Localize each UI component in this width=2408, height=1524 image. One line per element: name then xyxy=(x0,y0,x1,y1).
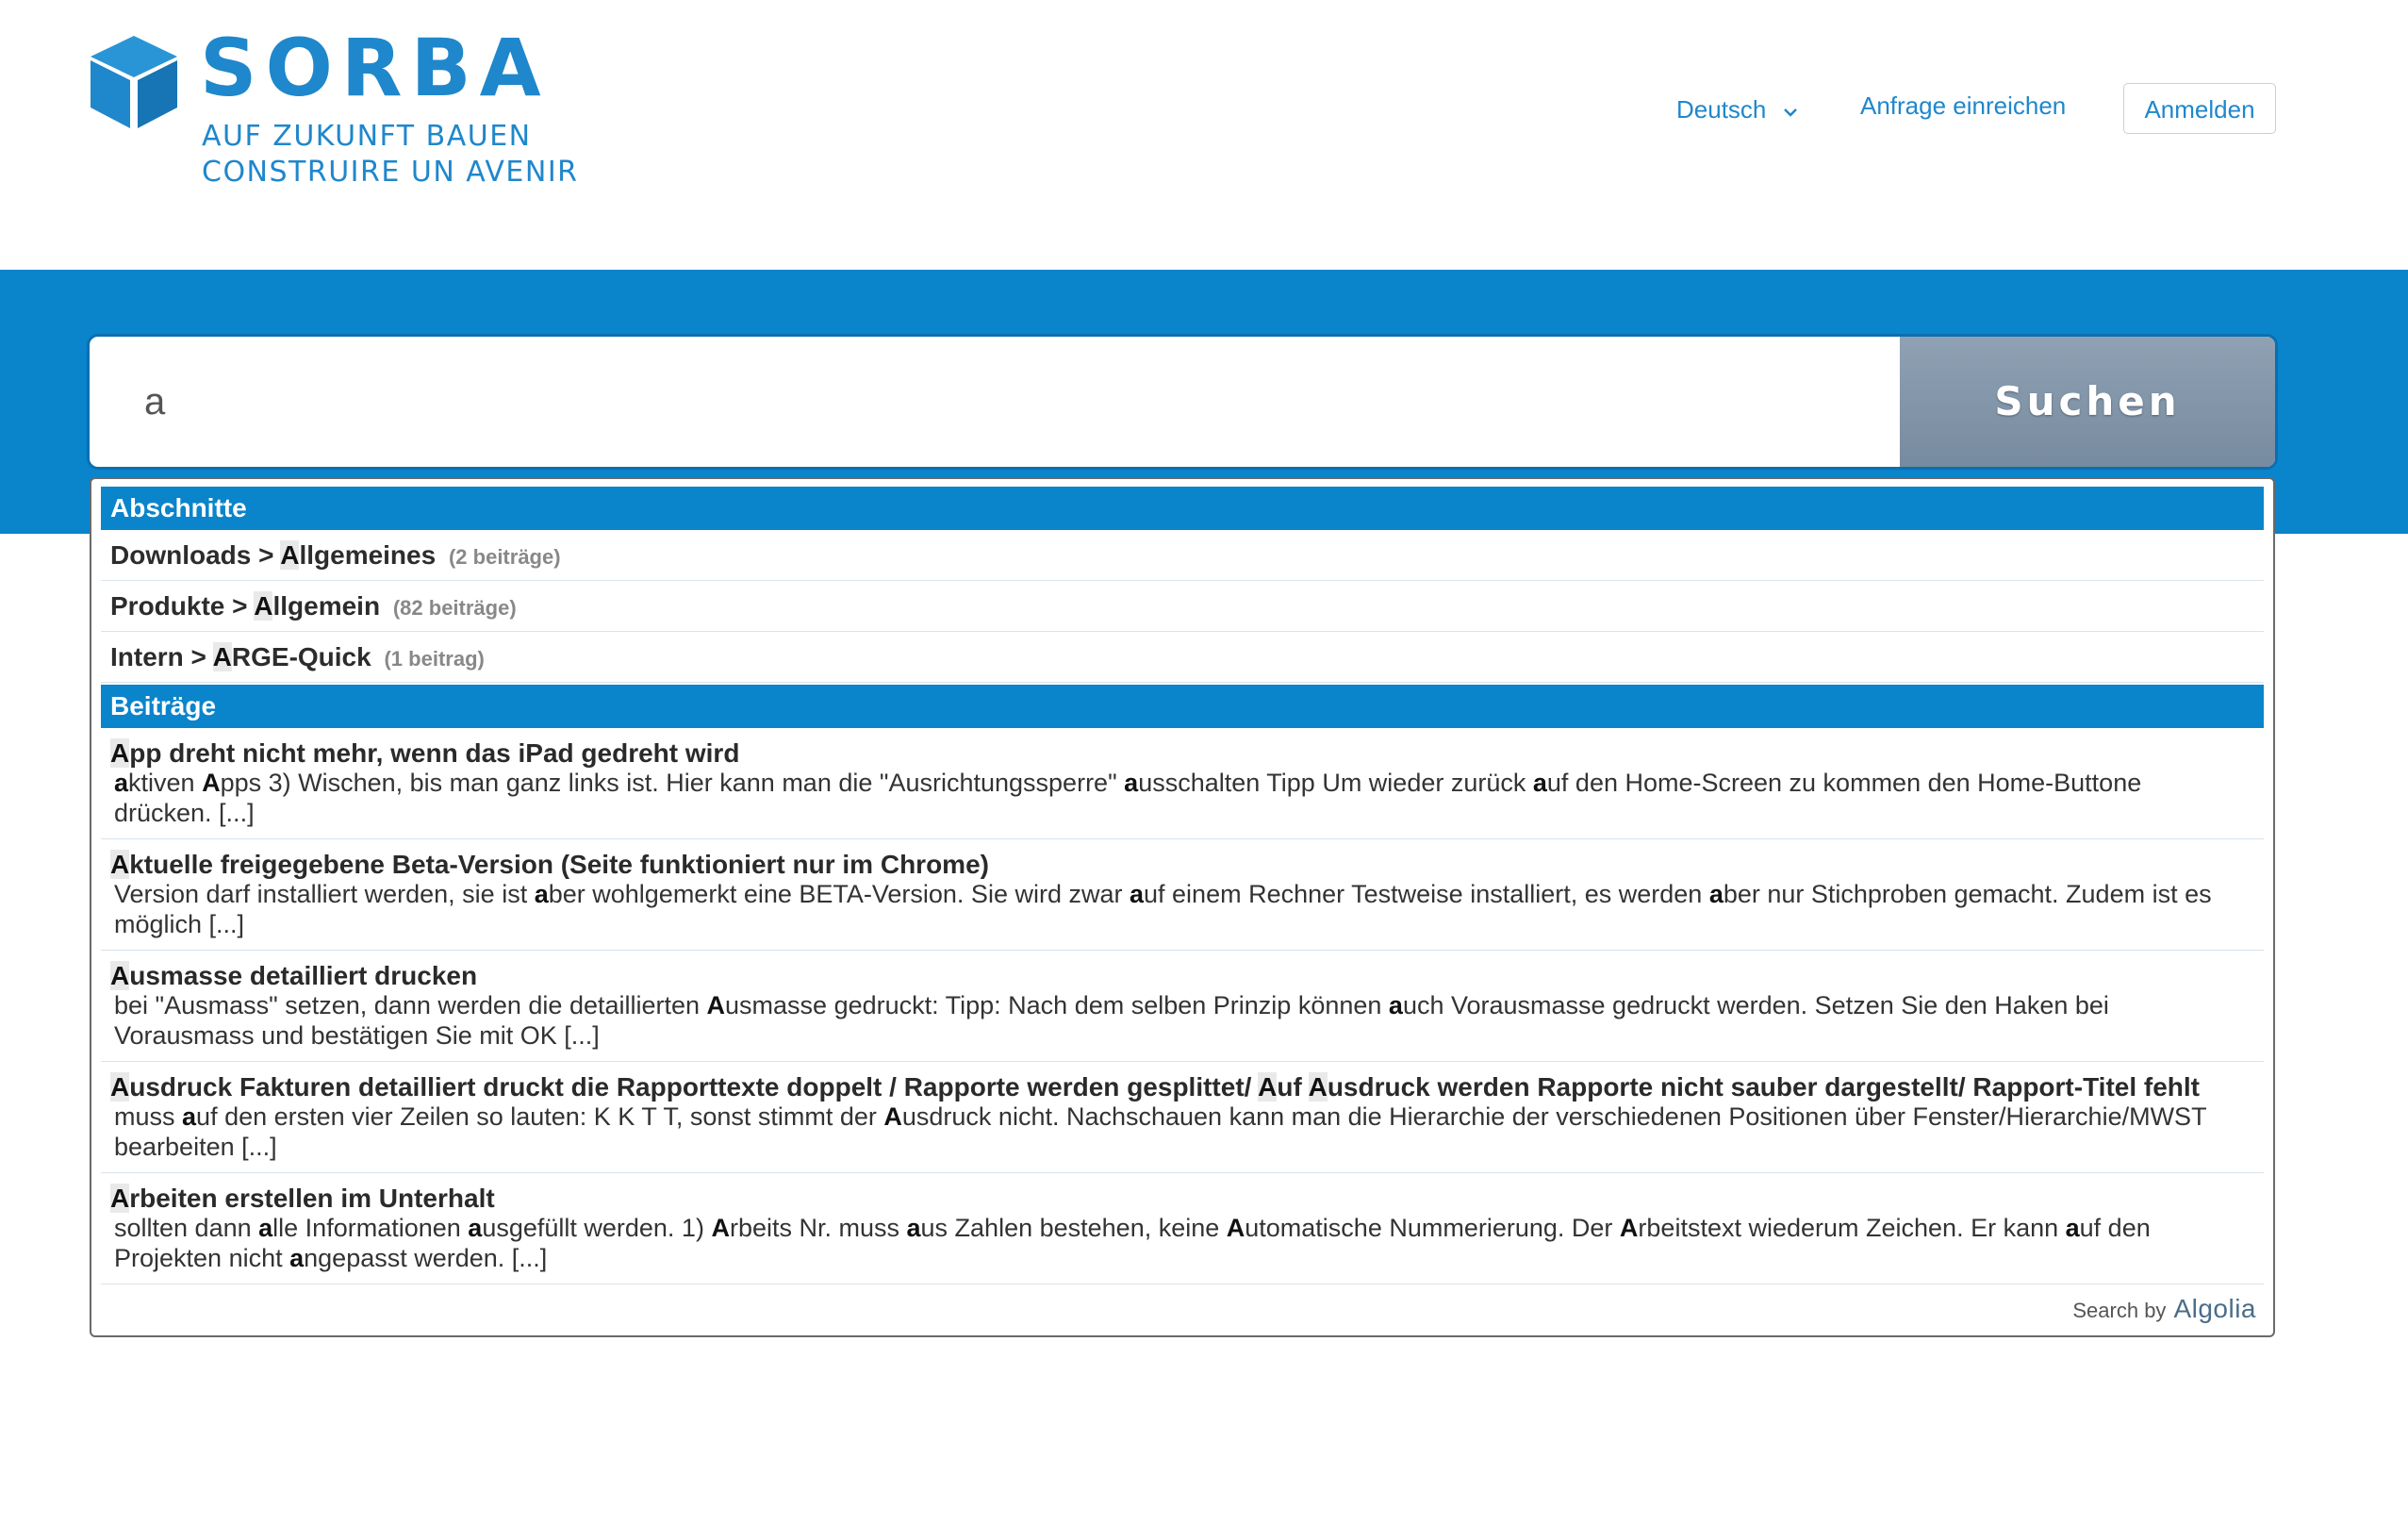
match-highlight: A xyxy=(202,769,221,797)
section-path: Intern > xyxy=(110,642,213,671)
autocomplete-dropdown: Abschnitte Downloads > Allgemeines (2 be… xyxy=(90,477,2275,1337)
section-path: Produkte > xyxy=(110,591,255,621)
brand-name: SORBA xyxy=(200,22,550,114)
sections-header: Abschnitte xyxy=(101,487,2264,530)
match-highlight: a xyxy=(1129,880,1145,908)
post-title: Ausdruck Fakturen detailliert druckt die… xyxy=(110,1072,2201,1102)
section-name: RGE-Quick xyxy=(231,642,371,671)
match-highlight: A xyxy=(883,1102,902,1131)
match-highlight: A xyxy=(110,961,130,990)
cube-logo-icon xyxy=(91,36,177,128)
post-count: (82 beiträge) xyxy=(392,596,517,620)
match-highlight: a xyxy=(289,1244,305,1272)
section-item[interactable]: Produkte > Allgemein (82 beiträge) xyxy=(101,581,2264,632)
search-by-algolia[interactable]: Search by Algolia xyxy=(2072,1294,2256,1324)
post-snippet: bei "Ausmass" setzen, dann werden die de… xyxy=(114,991,2109,1050)
search-button[interactable]: Suchen xyxy=(1900,337,2275,467)
post-result[interactable]: App dreht nicht mehr, wenn das iPad gedr… xyxy=(101,728,2264,839)
match-highlight: a xyxy=(906,1214,921,1242)
match-highlight: A xyxy=(110,850,130,879)
match-highlight: a xyxy=(1124,769,1139,797)
post-snippet: sollten dann alle Informationen ausgefül… xyxy=(114,1214,2151,1272)
match-highlight: a xyxy=(1532,769,1547,797)
post-title: Arbeiten erstellen im Unterhalt xyxy=(110,1184,495,1213)
login-button[interactable]: Anmelden xyxy=(2123,83,2276,134)
post-result[interactable]: Aktuelle freigegebene Beta-Version (Seit… xyxy=(101,839,2264,951)
match-highlight: a xyxy=(258,1214,273,1242)
post-snippet: aktiven Apps 3) Wischen, bis man ganz li… xyxy=(114,769,2142,827)
search-by-label: Search by xyxy=(2072,1299,2167,1322)
match-highlight: A xyxy=(110,1072,130,1102)
algolia-logo: Algolia xyxy=(2173,1294,2256,1323)
section-name: llgemein xyxy=(272,591,381,621)
post-result[interactable]: Ausdruck Fakturen detailliert druckt die… xyxy=(101,1062,2264,1173)
match-highlight: A xyxy=(110,738,130,768)
site-header: SORBA AUF ZUKUNFT BAUEN CONSTRUIRE UN AV… xyxy=(0,0,2408,270)
match-highlight: A xyxy=(212,642,232,671)
post-result[interactable]: Ausmasse detailliert drucken bei "Ausmas… xyxy=(101,951,2264,1062)
match-highlight: a xyxy=(1388,991,1403,1019)
match-highlight: A xyxy=(1258,1072,1278,1102)
post-snippet: muss auf den ersten vier Zeilen so laute… xyxy=(114,1102,2207,1161)
match-highlight: a xyxy=(2065,1214,2080,1242)
post-result[interactable]: Arbeiten erstellen im Unterhalt sollten … xyxy=(101,1173,2264,1284)
section-item[interactable]: Intern > ARGE-Quick (1 beitrag) xyxy=(101,632,2264,683)
language-selector[interactable]: Deutsch xyxy=(1676,83,1798,136)
language-label: Deutsch xyxy=(1676,94,1767,124)
chevron-down-icon xyxy=(1784,108,1798,117)
match-highlight: A xyxy=(110,1184,130,1213)
section-item[interactable]: Downloads > Allgemeines (2 beiträge) xyxy=(101,530,2264,581)
match-highlight: a xyxy=(468,1214,483,1242)
brand-tagline-de: AUF ZUKUNFT BAUEN xyxy=(202,120,532,153)
match-highlight: a xyxy=(1708,880,1724,908)
match-highlight: A xyxy=(1308,1072,1328,1102)
match-highlight: a xyxy=(182,1102,197,1131)
search-box: Suchen xyxy=(87,334,2278,470)
post-title: Aktuelle freigegebene Beta-Version (Seit… xyxy=(110,850,989,879)
submit-request-link[interactable]: Anfrage einreichen xyxy=(1860,83,2066,136)
section-path: Downloads > xyxy=(110,540,281,570)
post-count: (2 beiträge) xyxy=(448,545,561,569)
match-highlight: A xyxy=(254,591,273,621)
search-input[interactable] xyxy=(90,337,1900,467)
match-highlight: A xyxy=(706,991,726,1019)
brand-tagline-fr: CONSTRUIRE UN AVENIR xyxy=(202,156,579,189)
post-title: Ausmasse detailliert drucken xyxy=(110,961,478,990)
match-highlight: A xyxy=(1619,1214,1639,1242)
sorba-logo[interactable]: SORBA AUF ZUKUNFT BAUEN CONSTRUIRE UN AV… xyxy=(87,28,577,192)
post-snippet: Version darf installiert werden, sie ist… xyxy=(114,880,2212,938)
match-highlight: A xyxy=(1226,1214,1245,1242)
match-highlight: a xyxy=(114,769,129,797)
match-highlight: A xyxy=(280,540,300,570)
match-highlight: a xyxy=(534,880,549,908)
post-title: App dreht nicht mehr, wenn das iPad gedr… xyxy=(110,738,740,768)
post-count: (1 beitrag) xyxy=(384,647,485,671)
match-highlight: A xyxy=(711,1214,730,1242)
posts-header: Beiträge xyxy=(101,685,2264,728)
section-name: llgemeines xyxy=(299,540,437,570)
